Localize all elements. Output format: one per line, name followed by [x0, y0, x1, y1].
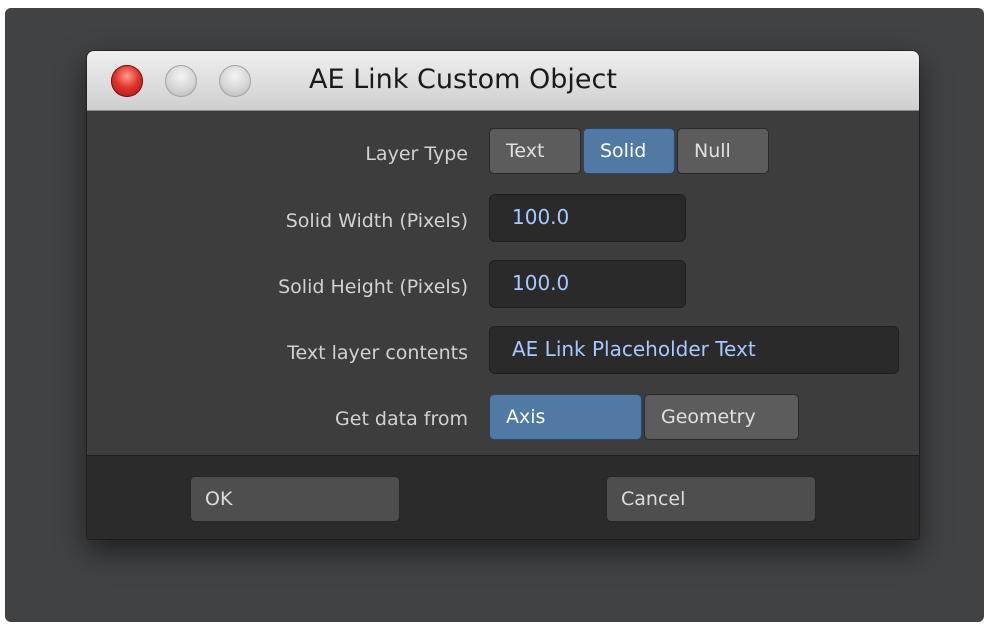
- title-bar[interactable]: AE Link Custom Object: [87, 51, 919, 111]
- zoom-window-icon[interactable]: [219, 65, 251, 97]
- layer-type-null-option[interactable]: Null: [677, 128, 769, 174]
- ae-link-custom-object-dialog: AE Link Custom Object Layer Type Text So…: [87, 51, 919, 539]
- close-window-icon[interactable]: [111, 65, 143, 97]
- text-layer-contents-label: Text layer contents: [287, 342, 468, 364]
- ok-button[interactable]: OK: [190, 476, 400, 522]
- minimize-window-icon[interactable]: [165, 65, 197, 97]
- solid-width-field[interactable]: 100.0: [489, 194, 686, 242]
- window-title: AE Link Custom Object: [309, 64, 617, 95]
- solid-height-field[interactable]: 100.0: [489, 260, 686, 308]
- cancel-button[interactable]: Cancel: [606, 476, 816, 522]
- layer-type-solid-option[interactable]: Solid: [583, 128, 675, 174]
- solid-width-label: Solid Width (Pixels): [285, 210, 468, 232]
- layer-type-label: Layer Type: [365, 143, 468, 165]
- solid-height-label: Solid Height (Pixels): [278, 276, 468, 298]
- get-data-from-label: Get data from: [335, 408, 468, 430]
- layer-type-text-option[interactable]: Text: [489, 128, 581, 174]
- data-source-axis-option[interactable]: Axis: [489, 394, 642, 440]
- text-layer-contents-field[interactable]: AE Link Placeholder Text: [489, 326, 899, 374]
- data-source-geometry-option[interactable]: Geometry: [644, 394, 799, 440]
- dialog-footer: OK Cancel: [87, 455, 919, 539]
